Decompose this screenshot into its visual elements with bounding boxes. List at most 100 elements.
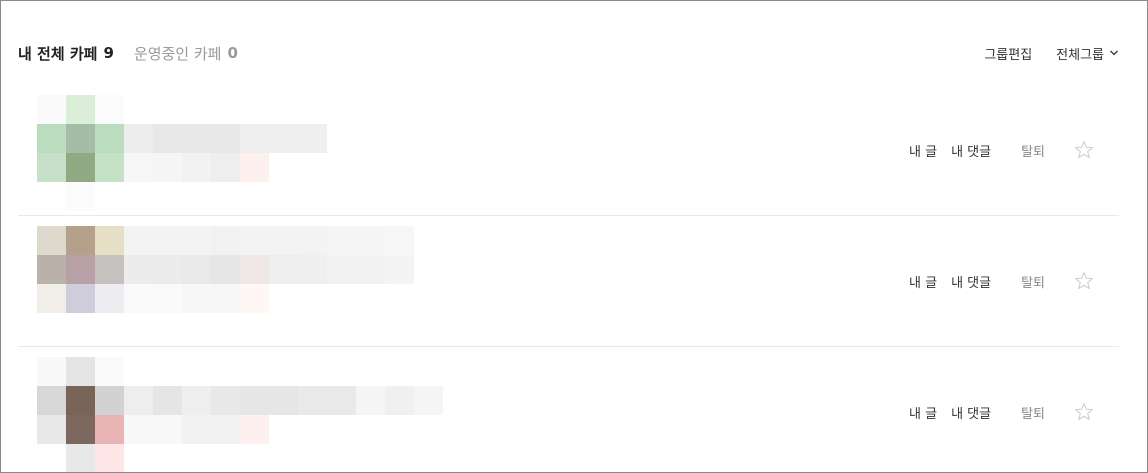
blurred-mosaic-cell	[124, 124, 153, 153]
blurred-mosaic-cell	[66, 357, 95, 386]
star-icon[interactable]	[1073, 139, 1095, 161]
blurred-mosaic-cell	[95, 284, 124, 313]
blurred-mosaic-cell	[95, 153, 124, 182]
blurred-mosaic-cell	[95, 255, 124, 284]
blurred-mosaic-cell	[269, 255, 298, 284]
blurred-mosaic-cell	[327, 386, 356, 415]
group-select-label: 전체그룹	[1056, 47, 1104, 63]
blurred-mosaic-cell	[211, 226, 240, 255]
blurred-mosaic-cell	[211, 124, 240, 153]
blurred-mosaic-cell	[66, 153, 95, 182]
blurred-mosaic-cell	[66, 444, 95, 472]
blurred-mosaic-cell	[385, 386, 414, 415]
blurred-mosaic-cell	[153, 226, 182, 255]
my-posts-link[interactable]: 내 글	[909, 403, 937, 422]
tab-my-cafes-label: 내 전체 카페	[18, 44, 98, 63]
blurred-mosaic-cell	[240, 124, 269, 153]
tab-managed-cafes[interactable]: 운영중인 카페 0	[134, 43, 238, 64]
tab-my-cafes-count: 9	[103, 44, 114, 62]
blurred-mosaic-cell	[414, 386, 443, 415]
blurred-mosaic-cell	[182, 255, 211, 284]
blurred-mosaic-cell	[124, 386, 153, 415]
leave-cafe-link[interactable]: 탈퇴	[1021, 141, 1045, 160]
blurred-mosaic-cell	[95, 357, 124, 386]
blurred-mosaic-cell	[182, 386, 211, 415]
my-posts-link[interactable]: 내 글	[909, 272, 937, 291]
blurred-mosaic-cell	[124, 415, 153, 444]
cafe-info-blurred[interactable]	[37, 357, 457, 472]
blurred-mosaic-cell	[95, 95, 124, 124]
blurred-mosaic-cell	[153, 284, 182, 313]
blurred-mosaic-cell	[37, 357, 66, 386]
blurred-mosaic-cell	[153, 386, 182, 415]
blurred-mosaic-cell	[37, 284, 66, 313]
blurred-mosaic-cell	[211, 284, 240, 313]
tab-managed-cafes-label: 운영중인 카페	[133, 44, 222, 63]
blurred-mosaic-cell	[66, 124, 95, 153]
blurred-mosaic-cell	[124, 226, 153, 255]
blurred-mosaic-cell	[66, 415, 95, 444]
cafe-list-header: 내 전체 카페 9 운영중인 카페 0 그룹편집 전체그룹	[18, 41, 1119, 65]
my-comments-link[interactable]: 내 댓글	[951, 141, 991, 160]
blurred-mosaic-cell	[298, 255, 327, 284]
blurred-mosaic-cell	[182, 284, 211, 313]
blurred-mosaic-cell	[240, 255, 269, 284]
star-icon[interactable]	[1073, 270, 1095, 292]
blurred-mosaic-cell	[240, 153, 269, 182]
group-edit-button[interactable]: 그룹편집	[984, 44, 1032, 63]
blurred-mosaic-cell	[385, 255, 414, 284]
blurred-mosaic-cell	[37, 95, 66, 124]
blurred-mosaic-cell	[153, 153, 182, 182]
blurred-mosaic-cell	[95, 226, 124, 255]
blurred-mosaic-cell	[269, 226, 298, 255]
blurred-mosaic-cell	[182, 415, 211, 444]
cafe-row: 내 글 내 댓글 탈퇴	[18, 347, 1119, 472]
blurred-mosaic-cell	[37, 124, 66, 153]
blurred-mosaic-cell	[240, 386, 269, 415]
blurred-mosaic-cell	[211, 255, 240, 284]
tab-my-cafes[interactable]: 내 전체 카페 9	[18, 43, 114, 64]
blurred-mosaic-cell	[356, 226, 385, 255]
my-posts-link[interactable]: 내 글	[909, 141, 937, 160]
blurred-mosaic-cell	[37, 153, 66, 182]
blurred-mosaic-cell	[327, 226, 356, 255]
cafe-row-actions: 내 글 내 댓글 탈퇴	[909, 401, 1095, 423]
blurred-mosaic-cell	[240, 226, 269, 255]
blurred-mosaic-cell	[298, 386, 327, 415]
star-icon[interactable]	[1073, 401, 1095, 423]
blurred-mosaic-cell	[269, 386, 298, 415]
blurred-mosaic-cell	[66, 182, 95, 211]
blurred-mosaic-cell	[124, 255, 153, 284]
blurred-mosaic-cell	[182, 124, 211, 153]
blurred-mosaic-cell	[37, 226, 66, 255]
blurred-mosaic-cell	[95, 124, 124, 153]
blurred-mosaic-cell	[356, 386, 385, 415]
my-comments-link[interactable]: 내 댓글	[951, 403, 991, 422]
leave-cafe-link[interactable]: 탈퇴	[1021, 272, 1045, 291]
cafe-info-blurred[interactable]	[37, 95, 457, 211]
blurred-mosaic-cell	[211, 153, 240, 182]
header-controls: 그룹편집 전체그룹	[984, 44, 1119, 63]
blurred-mosaic-cell	[124, 284, 153, 313]
cafe-row-actions: 내 글 내 댓글 탈퇴	[909, 139, 1095, 161]
chevron-down-icon	[1110, 50, 1118, 56]
blurred-mosaic-cell	[182, 226, 211, 255]
blurred-mosaic-cell	[95, 415, 124, 444]
blurred-mosaic-cell	[66, 226, 95, 255]
blurred-mosaic-cell	[269, 124, 298, 153]
blurred-mosaic-cell	[153, 124, 182, 153]
cafe-list: 내 글 내 댓글 탈퇴 내 글 내 댓글 탈퇴 내 글 내 댓글 탈퇴	[18, 85, 1119, 472]
blurred-mosaic-cell	[66, 284, 95, 313]
cafe-row: 내 글 내 댓글 탈퇴	[18, 216, 1119, 347]
blurred-mosaic-cell	[385, 226, 414, 255]
leave-cafe-link[interactable]: 탈퇴	[1021, 403, 1045, 422]
tab-managed-cafes-count: 0	[227, 44, 238, 62]
blurred-mosaic-cell	[66, 255, 95, 284]
my-comments-link[interactable]: 내 댓글	[951, 272, 991, 291]
blurred-mosaic-cell	[240, 415, 269, 444]
group-select-dropdown[interactable]: 전체그룹	[1056, 44, 1119, 63]
cafe-info-blurred[interactable]	[37, 226, 457, 342]
blurred-mosaic-cell	[37, 255, 66, 284]
blurred-mosaic-cell	[153, 415, 182, 444]
blurred-mosaic-cell	[95, 444, 124, 472]
